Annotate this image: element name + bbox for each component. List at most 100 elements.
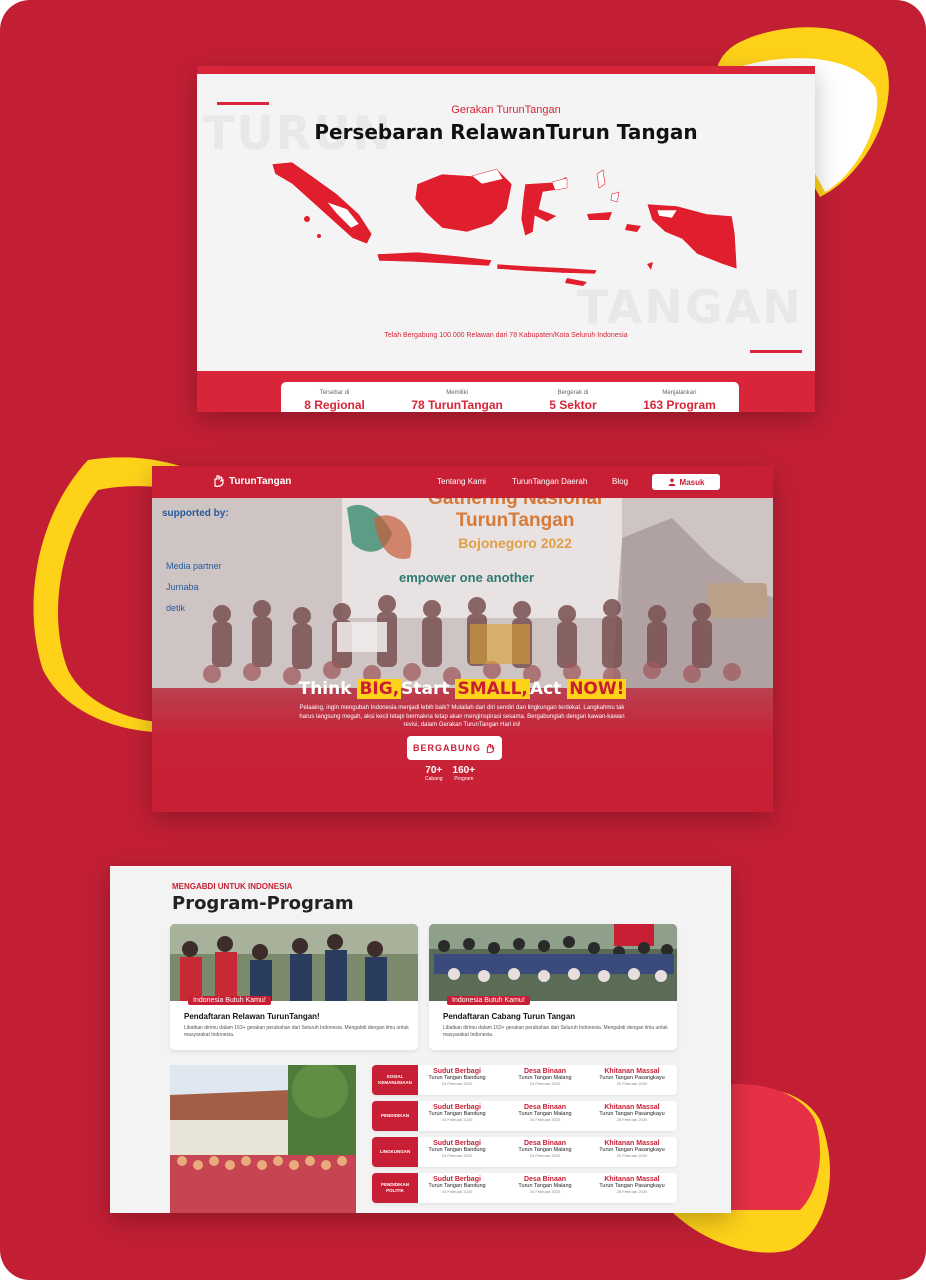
program-item[interactable]: Sudut Berbagi Turun Tangan Bandung 24 Fe… bbox=[412, 1176, 502, 1194]
program-item-date: 24 Februari 2020 bbox=[529, 1081, 561, 1086]
program-card-cabang[interactable]: Indonesia Butuh Kamu! Pendaftaran Cabang… bbox=[429, 924, 677, 1050]
program-item-date: 24 Februari 2020 bbox=[441, 1153, 473, 1158]
program-item-date: 25 Februari 2020 bbox=[616, 1189, 648, 1194]
program-title: Pendaftaran Cabang Turun Tangan bbox=[443, 1012, 576, 1021]
program-item-date: 24 Februari 2020 bbox=[441, 1117, 473, 1122]
program-description: Libatkan dirimu dalam 163+ gerakan perub… bbox=[443, 1025, 668, 1038]
hero-counts: 70+ Cabang 160+ Program bbox=[425, 765, 475, 782]
stat-label: Bergerak di bbox=[557, 390, 589, 396]
join-button[interactable]: BERGABUNG bbox=[407, 736, 502, 760]
program-card-relawan[interactable]: Indonesia Butuh Kamu! Pendaftaran Relawa… bbox=[170, 924, 418, 1050]
navbar: TurunTangan Tentang Kami TurunTangan Dae… bbox=[152, 466, 773, 498]
headline-act: Act bbox=[529, 679, 562, 699]
login-button[interactable]: Masuk bbox=[652, 474, 720, 490]
supported-by-label: supported by: bbox=[162, 508, 229, 519]
program-item-name: Khitanan Massal bbox=[604, 1140, 660, 1147]
program-item-date: 24 Februari 2020 bbox=[529, 1153, 561, 1158]
accent-line-right bbox=[750, 350, 802, 353]
program-item-date: 25 Februari 2020 bbox=[616, 1153, 648, 1158]
headline-small: SMALL, bbox=[455, 679, 530, 699]
hero-headline: Think BIG, Start SMALL, Act NOW! bbox=[152, 679, 773, 699]
stat-label: Memiliki bbox=[446, 390, 468, 396]
program-item-name: Sudut Berbagi bbox=[433, 1140, 481, 1147]
canvas-background: TURUN TANGAN Gerakan TurunTangan Perseba… bbox=[0, 0, 926, 1280]
program-item-name: Desa Binaan bbox=[523, 1104, 567, 1111]
distribution-map-section: TURUN TANGAN Gerakan TurunTangan Perseba… bbox=[197, 66, 815, 412]
top-accent-bar bbox=[197, 66, 815, 74]
program-item-name: Khitanan Massal bbox=[604, 1176, 660, 1183]
program-item[interactable]: Sudut Berbagi Turun Tangan Bandung 24 Fe… bbox=[412, 1140, 502, 1158]
program-item-name: Khitanan Massal bbox=[604, 1104, 660, 1111]
program-item[interactable]: Khitanan Massal Turun Tangan Pasangkayu … bbox=[587, 1140, 677, 1158]
headline-think: Think bbox=[298, 679, 352, 699]
program-item-name: Desa Binaan bbox=[523, 1068, 567, 1075]
count-value: 70+ bbox=[425, 765, 443, 776]
stat-value: 163 Program bbox=[643, 398, 716, 412]
program-item-name: Khitanan Massal bbox=[604, 1068, 660, 1075]
brand-logo[interactable]: TurunTangan bbox=[212, 474, 291, 488]
program-item[interactable]: Sudut Berbagi Turun Tangan Bandung 24 Fe… bbox=[412, 1104, 502, 1122]
program-item-date: 25 Februari 2020 bbox=[616, 1081, 648, 1086]
media-partner-label: Media partner bbox=[166, 561, 222, 571]
program-item[interactable]: Khitanan Massal Turun Tangan Pasangkayu … bbox=[587, 1176, 677, 1194]
stat-value: 8 Regional bbox=[304, 398, 365, 412]
join-label: BERGABUNG bbox=[412, 743, 481, 753]
programs-section: MENGABDI UNTUK INDONESIA Program-Program… bbox=[110, 866, 731, 1213]
headline-big: BIG, bbox=[357, 679, 402, 699]
program-photo bbox=[170, 924, 418, 1001]
section-eyebrow: Gerakan TurunTangan bbox=[451, 104, 561, 116]
indonesia-map bbox=[271, 161, 738, 286]
program-item-date: 24 Februari 2020 bbox=[441, 1081, 473, 1086]
hand-icon bbox=[486, 743, 495, 753]
section-title: Persebaran RelawanTurun Tangan bbox=[314, 120, 698, 144]
stat-program: Menjalankan 163 Program bbox=[643, 390, 716, 412]
nav-link-turuntangan-daerah[interactable]: TurunTangan Daerah bbox=[512, 477, 587, 486]
school-program-photo[interactable] bbox=[170, 1065, 356, 1213]
program-item[interactable]: Desa Binaan Turun Tangan Malang 24 Febru… bbox=[500, 1068, 590, 1086]
program-badge: Indonesia Butuh Kamu! bbox=[188, 996, 271, 1005]
program-item[interactable]: Desa Binaan Turun Tangan Malang 24 Febru… bbox=[500, 1176, 590, 1194]
event-tagline: empower one another bbox=[399, 570, 535, 585]
headline-start: Start bbox=[401, 679, 450, 699]
nav-link-tentang-kami[interactable]: Tentang Kami bbox=[437, 477, 486, 486]
volunteer-summary-caption: Telah Bergabung 100.000 Relawan dari 78 … bbox=[384, 332, 628, 339]
count-cabang: 70+ Cabang bbox=[425, 765, 443, 782]
program-item-date: 24 Februari 2020 bbox=[529, 1117, 561, 1122]
program-description: Libatkan dirimu dalam 163+ gerakan perub… bbox=[184, 1025, 409, 1038]
section-eyebrow: MENGABDI UNTUK INDONESIA bbox=[172, 882, 293, 891]
program-badge: Indonesia Butuh Kamu! bbox=[447, 996, 530, 1005]
program-item[interactable]: Desa Binaan Turun Tangan Malang 24 Febru… bbox=[500, 1140, 590, 1158]
stat-regional: Tersebar di 8 Regional bbox=[304, 390, 365, 412]
program-row-pendidikan[interactable]: PENDIDIKAN Sudut Berbagi Turun Tangan Ba… bbox=[372, 1101, 677, 1131]
program-row-lingkungan[interactable]: LINGKUNGAN Sudut Berbagi Turun Tangan Ba… bbox=[372, 1137, 677, 1167]
count-label: Program bbox=[454, 776, 474, 782]
event-banner-line: Bojonegoro 2022 bbox=[458, 535, 572, 551]
count-program: 160+ Program bbox=[453, 765, 476, 782]
stats-card: Tersebar di 8 Regional Memiliki 78 Turun… bbox=[281, 382, 739, 412]
brand-name: TurunTangan bbox=[229, 475, 292, 487]
program-item-date: 24 Februari 2020 bbox=[529, 1189, 561, 1194]
hero-section: supported by: Media partner Jurnaba deti… bbox=[152, 466, 773, 812]
program-item-name: Desa Binaan bbox=[523, 1140, 567, 1147]
program-title: Pendaftaran Relawan TurunTangan! bbox=[184, 1012, 320, 1021]
count-label: Cabang bbox=[425, 776, 443, 782]
program-item[interactable]: Desa Binaan Turun Tangan Malang 24 Febru… bbox=[500, 1104, 590, 1122]
program-item-date: 25 Februari 2020 bbox=[616, 1117, 648, 1122]
headline-now: NOW! bbox=[567, 679, 627, 699]
program-item-name: Sudut Berbagi bbox=[433, 1068, 481, 1075]
program-item[interactable]: Sudut Berbagi Turun Tangan Bandung 24 Fe… bbox=[412, 1068, 502, 1086]
school-photo-image bbox=[170, 1065, 356, 1213]
program-item[interactable]: Khitanan Massal Turun Tangan Pasangkayu … bbox=[587, 1068, 677, 1086]
count-value: 160+ bbox=[452, 765, 476, 776]
stat-label: Tersebar di bbox=[319, 390, 350, 396]
stat-sektor: Bergerak di 5 Sektor bbox=[549, 390, 596, 412]
nav-link-blog[interactable]: Blog bbox=[612, 477, 628, 486]
program-item-name: Desa Binaan bbox=[523, 1176, 567, 1183]
hero-description: Pelaaing, ingin mengubah Indonesia menja… bbox=[299, 705, 625, 728]
program-item-name: Sudut Berbagi bbox=[433, 1104, 481, 1111]
program-item[interactable]: Khitanan Massal Turun Tangan Pasangkayu … bbox=[587, 1104, 677, 1122]
program-photo bbox=[429, 924, 677, 1001]
program-row-politik[interactable]: PENDIDIKAN POLITIK Sudut Berbagi Turun T… bbox=[372, 1173, 677, 1203]
program-row-sosial[interactable]: SOSIAL KEMANUSIAAN Sudut Berbagi Turun T… bbox=[372, 1065, 677, 1095]
stat-value: 5 Sektor bbox=[549, 398, 597, 412]
